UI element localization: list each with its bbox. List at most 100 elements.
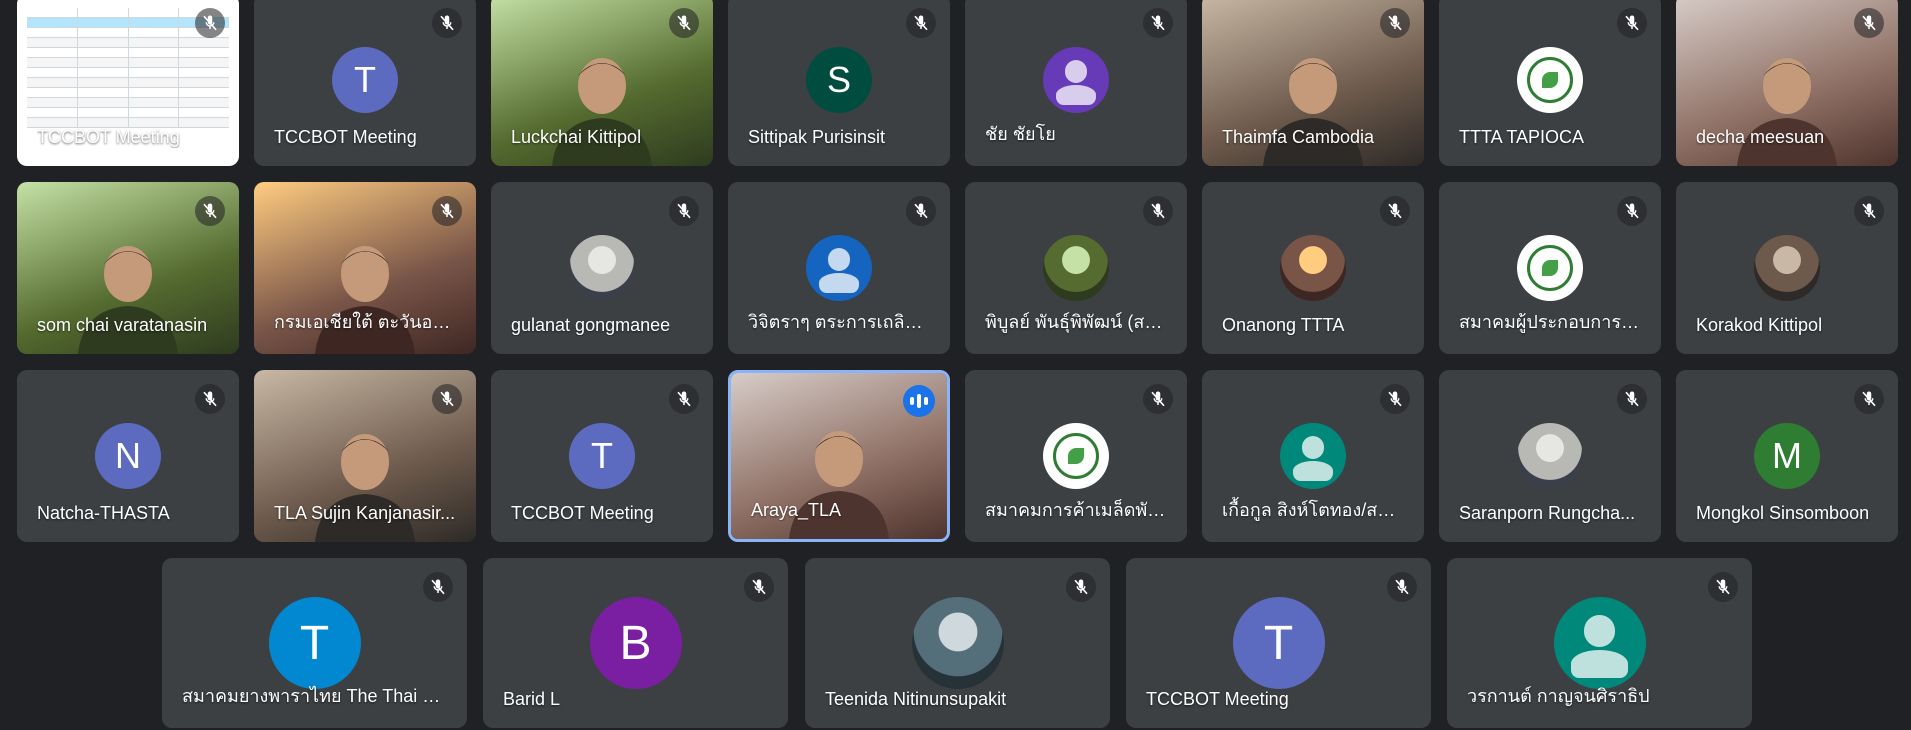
participant-tile[interactable]: T TCCBOT Meeting <box>1126 558 1431 728</box>
avatar-logo <box>1043 423 1109 489</box>
participant-name: Korakod Kittipol <box>1696 315 1823 335</box>
participant-tile[interactable]: Araya_TLA <box>728 370 950 542</box>
mic-off-icon <box>1854 8 1884 38</box>
avatar: T <box>332 47 398 113</box>
mic-off-icon <box>1617 8 1647 38</box>
participant-tile[interactable]: Teenida Nitinunsupakit <box>805 558 1110 728</box>
avatar-head-shape <box>827 248 851 271</box>
mic-off-icon <box>423 572 453 602</box>
audio-wave-icon <box>903 385 935 417</box>
participant-name: กรมเอเชียใต้ ตะวันออก... <box>274 312 456 332</box>
participant-name: Sittipak Purisinsit <box>748 127 886 147</box>
participant-tile[interactable]: M Mongkol Sinsomboon <box>1676 370 1898 542</box>
avatar-head-shape <box>1583 615 1616 647</box>
participant-name: gulanat gongmanee <box>511 315 671 335</box>
participant-tile[interactable]: Onanong TTTA <box>1202 182 1424 354</box>
person-silhouette <box>310 234 420 354</box>
mic-off-icon <box>1387 572 1417 602</box>
avatar-photo <box>1517 423 1583 489</box>
participant-tile[interactable]: พิบูลย์ พันธุ์พิพัฒน์ (สม... <box>965 182 1187 354</box>
participant-name: สมาคมผู้ประกอบการข้... <box>1459 312 1641 332</box>
participant-tile[interactable]: ชัย ชัยโย <box>965 0 1187 166</box>
avatar-head-shape <box>1301 436 1325 459</box>
participant-tile[interactable]: Luckchai Kittipol <box>491 0 713 166</box>
mic-off-icon <box>669 196 699 226</box>
avatar-logo <box>1517 47 1583 113</box>
mic-off-icon <box>1143 196 1173 226</box>
avatar: B <box>589 597 682 689</box>
avatar <box>1043 47 1109 113</box>
participant-tile[interactable]: TCCBOT Meeting <box>17 0 239 166</box>
avatar-photo <box>569 235 635 301</box>
participant-name: TCCBOT Meeting <box>1146 689 1289 709</box>
mic-off-icon <box>1380 384 1410 414</box>
participant-name: Natcha-THASTA <box>37 503 170 523</box>
participant-tile[interactable]: TLA Sujin Kanjanasir... <box>254 370 476 542</box>
participant-tile[interactable]: สมาคมผู้ประกอบการข้... <box>1439 182 1661 354</box>
avatar <box>806 235 872 301</box>
mic-off-icon <box>195 8 225 38</box>
participant-name: วิจิตราๆ ตระการเถลิงศั... <box>748 312 930 332</box>
avatar: T <box>1232 597 1325 689</box>
participant-name: TCCBOT Meeting <box>274 127 417 147</box>
mic-off-icon <box>1708 572 1738 602</box>
participant-name: Teenida Nitinunsupakit <box>825 689 1007 709</box>
participant-tile[interactable]: T สมาคมยางพาราไทย The Thai Ru... <box>162 558 467 728</box>
participant-name: som chai varatanasin <box>37 315 208 335</box>
participant-tile[interactable]: B Barid L <box>483 558 788 728</box>
avatar-head-shape <box>1064 60 1088 83</box>
participant-name: วรกานต์ กาญจนศิราธิป <box>1467 686 1650 706</box>
person-silhouette <box>1258 46 1368 166</box>
participant-tile[interactable]: วรกานต์ กาญจนศิราธิป <box>1447 558 1752 728</box>
participant-name: Araya_TLA <box>751 500 842 520</box>
participant-name: TTTA TAPIOCA <box>1459 127 1585 147</box>
participant-tile[interactable]: เกื้อกูล สิงห์โตทอง/สม... <box>1202 370 1424 542</box>
avatar-photo <box>1043 235 1109 301</box>
avatar-body-shape <box>818 273 860 294</box>
participant-name: TLA Sujin Kanjanasir... <box>274 503 456 523</box>
avatar: S <box>806 47 872 113</box>
participant-tile[interactable]: TTTA TAPIOCA <box>1439 0 1661 166</box>
participant-name: สมาคมการค้าเมล็ดพัน... <box>985 500 1167 520</box>
person-silhouette <box>310 422 420 542</box>
participant-tile[interactable]: Thaimfa Cambodia <box>1202 0 1424 166</box>
participant-tile[interactable]: N Natcha-THASTA <box>17 370 239 542</box>
mic-off-icon <box>744 572 774 602</box>
participant-tile[interactable]: T TCCBOT Meeting <box>254 0 476 166</box>
participant-tile[interactable]: T TCCBOT Meeting <box>491 370 713 542</box>
mic-off-icon <box>669 384 699 414</box>
participant-name: Thaimfa Cambodia <box>1222 127 1375 147</box>
avatar-body-shape <box>1570 650 1629 678</box>
avatar: T <box>569 423 635 489</box>
mic-off-icon <box>1380 8 1410 38</box>
participant-tile[interactable]: Korakod Kittipol <box>1676 182 1898 354</box>
participant-tile[interactable]: S Sittipak Purisinsit <box>728 0 950 166</box>
avatar-photo <box>1754 235 1820 301</box>
avatar-body-shape <box>1055 85 1097 106</box>
participant-tile[interactable]: วิจิตราๆ ตระการเถลิงศั... <box>728 182 950 354</box>
avatar: T <box>268 597 361 689</box>
avatar-logo <box>1517 235 1583 301</box>
mic-off-icon <box>1617 384 1647 414</box>
avatar-photo <box>911 597 1004 689</box>
participant-name: TCCBOT Meeting <box>511 503 654 523</box>
participant-tile[interactable]: decha meesuan <box>1676 0 1898 166</box>
participant-name: ชัย ชัยโย <box>985 124 1056 144</box>
mic-off-icon <box>669 8 699 38</box>
mic-off-icon <box>432 8 462 38</box>
participant-tile[interactable]: som chai varatanasin <box>17 182 239 354</box>
participant-name: decha meesuan <box>1696 127 1825 147</box>
mic-off-icon <box>1143 384 1173 414</box>
participant-tile[interactable]: กรมเอเชียใต้ ตะวันออก... <box>254 182 476 354</box>
participant-tile[interactable]: Saranporn Rungcha... <box>1439 370 1661 542</box>
person-silhouette <box>784 419 894 539</box>
mic-off-icon <box>1380 196 1410 226</box>
person-silhouette <box>73 234 183 354</box>
participant-tile[interactable]: สมาคมการค้าเมล็ดพัน... <box>965 370 1187 542</box>
mic-off-icon <box>1854 196 1884 226</box>
avatar: M <box>1754 423 1820 489</box>
mic-off-icon <box>195 196 225 226</box>
participant-tile[interactable]: gulanat gongmanee <box>491 182 713 354</box>
person-silhouette <box>547 46 657 166</box>
person-silhouette <box>1732 46 1842 166</box>
